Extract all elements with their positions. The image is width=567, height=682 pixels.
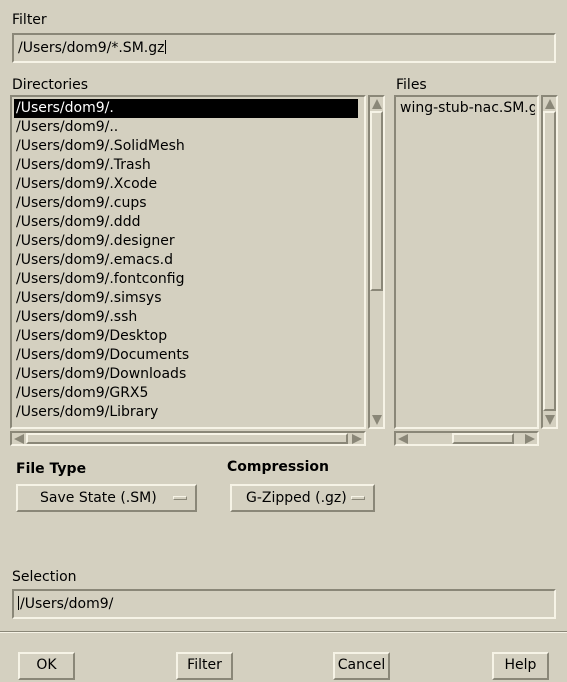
filter-value: /Users/dom9/*.SM.gz [18,40,165,56]
selection-label: Selection [12,569,77,585]
directories-label: Directories [12,77,89,93]
compression-value: G-Zipped (.gz) [246,490,347,506]
option-menu-indicator-icon [173,496,187,500]
text-cursor [18,596,19,610]
directory-item[interactable]: /Users/dom9/.fontconfig [14,270,362,289]
scroll-left-arrow-icon[interactable] [14,434,24,444]
files-hscroll-thumb[interactable] [452,433,514,444]
directory-item[interactable]: /Users/dom9/. [14,99,358,118]
filter-label: Filter [12,12,47,28]
directories-list-items: /Users/dom9/./Users/dom9/../Users/dom9/.… [14,99,362,425]
directory-item[interactable]: /Users/dom9/.SolidMesh [14,137,362,156]
directories-vscroll-thumb[interactable] [370,111,383,291]
files-hscrollbar[interactable] [394,431,539,446]
directories-hscroll-thumb[interactable] [26,433,348,444]
file-type-menu[interactable]: Save State (.SM) [16,484,197,512]
directory-item[interactable]: /Users/dom9/Library [14,403,362,422]
filter-input-text: /Users/dom9/*.SM.gz [18,40,167,56]
directory-item[interactable]: /Users/dom9/.Trash [14,156,362,175]
help-button[interactable]: Help [492,652,549,680]
file-type-label: File Type [16,461,87,477]
directory-item[interactable]: /Users/dom9/.ssh [14,308,362,327]
files-label: Files [396,77,427,93]
directory-item[interactable]: /Users/dom9/.designer [14,232,362,251]
directory-item[interactable]: /Users/dom9/Downloads [14,365,362,384]
file-type-value: Save State (.SM) [40,490,157,506]
scroll-left-arrow-icon[interactable] [398,434,408,444]
directory-item[interactable]: /Users/dom9/Desktop [14,327,362,346]
compression-menu[interactable]: G-Zipped (.gz) [230,484,375,512]
directories-vscrollbar[interactable] [368,95,385,429]
option-menu-indicator-icon [351,496,365,500]
directory-item[interactable]: /Users/dom9/GRX5 [14,384,362,403]
selection-value: /Users/dom9/ [20,596,114,612]
scroll-right-arrow-icon[interactable] [525,434,535,444]
selection-input-text: /Users/dom9/ [18,596,113,612]
directories-list[interactable]: /Users/dom9/./Users/dom9/../Users/dom9/.… [10,95,366,429]
directory-item[interactable]: /Users/dom9/Documents [14,346,362,365]
button-separator [0,631,567,633]
scroll-right-arrow-icon[interactable] [352,434,362,444]
directory-item[interactable]: /Users/dom9/.ddd [14,213,362,232]
files-vscrollbar[interactable] [541,95,558,429]
scroll-up-arrow-icon[interactable] [372,99,382,109]
filter-input[interactable]: /Users/dom9/*.SM.gz [12,33,556,63]
directory-item[interactable]: /Users/dom9/.. [14,118,362,137]
filter-button[interactable]: Filter [176,652,233,680]
directory-item[interactable]: /Users/dom9/.emacs.d [14,251,362,270]
directory-item[interactable]: /Users/dom9/.cups [14,194,362,213]
files-list-items: wing-stub-nac.SM.gz [398,99,535,425]
scroll-down-arrow-icon[interactable] [545,415,555,425]
compression-label: Compression [227,459,329,475]
files-list[interactable]: wing-stub-nac.SM.gz [394,95,539,429]
directories-hscrollbar[interactable] [10,431,366,446]
files-vscroll-thumb[interactable] [543,111,556,411]
selection-input[interactable]: /Users/dom9/ [12,589,556,619]
file-item[interactable]: wing-stub-nac.SM.gz [398,99,535,118]
ok-button[interactable]: OK [18,652,75,680]
directory-item[interactable]: /Users/dom9/.simsys [14,289,362,308]
scroll-down-arrow-icon[interactable] [372,415,382,425]
text-cursor [165,40,167,54]
cancel-button[interactable]: Cancel [333,652,390,680]
scroll-up-arrow-icon[interactable] [545,99,555,109]
directory-item[interactable]: /Users/dom9/.Xcode [14,175,362,194]
